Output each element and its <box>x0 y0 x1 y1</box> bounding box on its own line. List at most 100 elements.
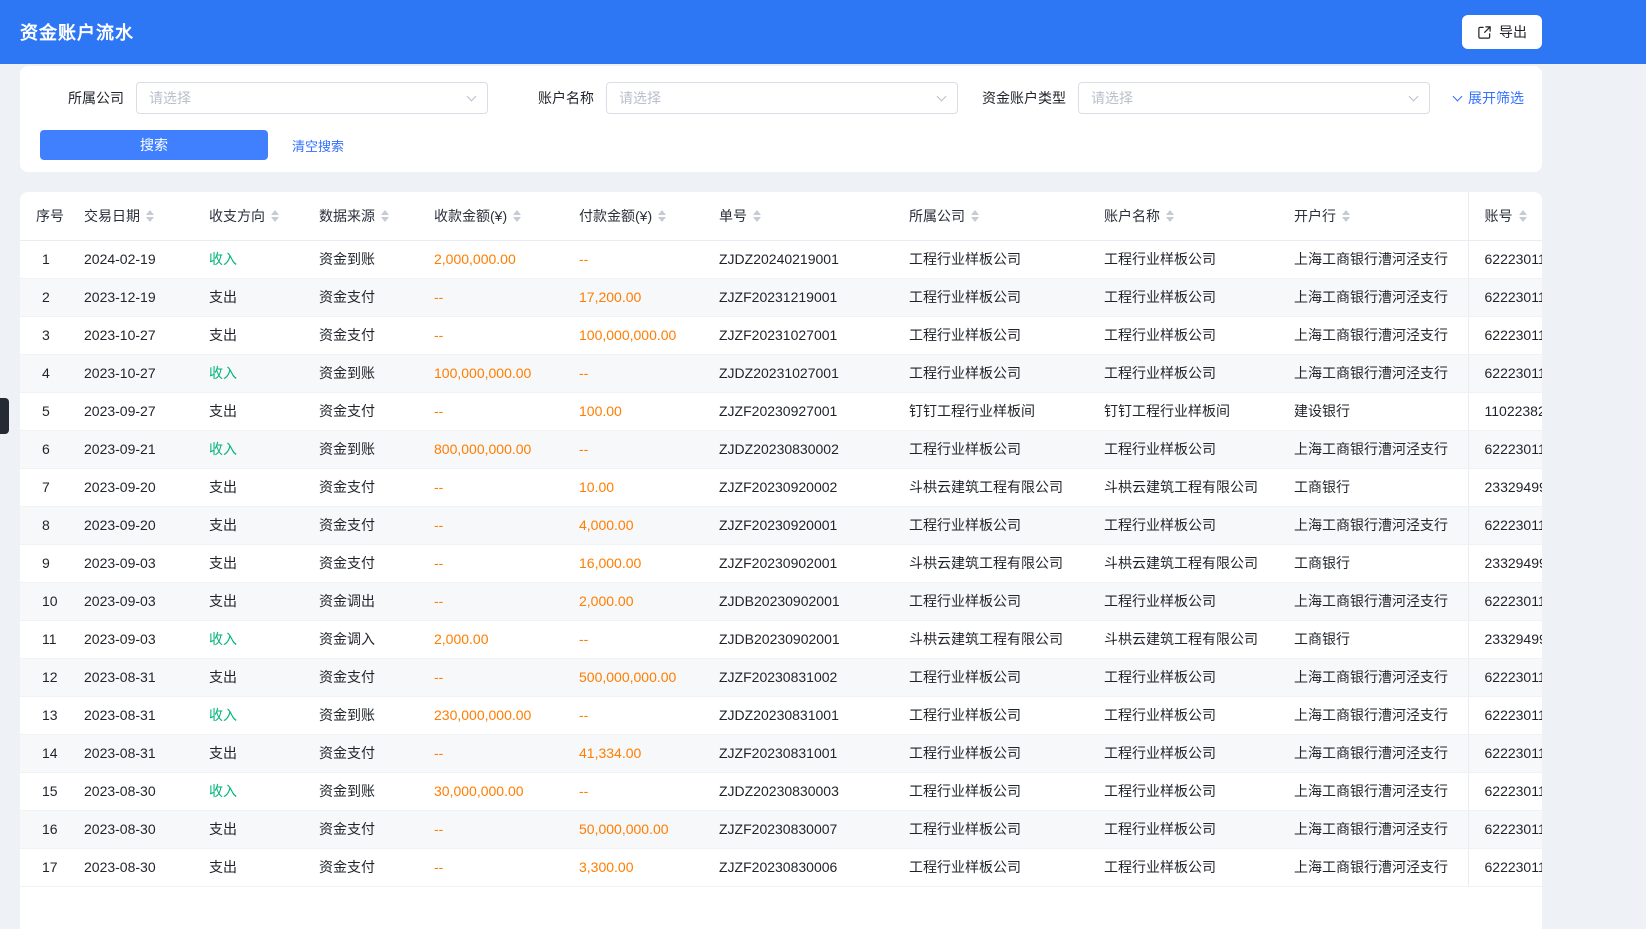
cell-order: ZJZF20231027001 <box>703 316 893 354</box>
column-label-receive: 收款金额(¥) <box>434 206 507 226</box>
sort-icon[interactable] <box>381 210 389 222</box>
column-header-bank[interactable]: 开户行 <box>1278 192 1468 240</box>
account-name-filter: 账户名称 请选择 <box>538 82 958 114</box>
cell-company: 工程行业样板公司 <box>893 810 1088 848</box>
cell-order: ZJZF20230920002 <box>703 468 893 506</box>
table-row[interactable]: 132023-08-31收入资金到账230,000,000.00--ZJDZ20… <box>20 696 1542 734</box>
cell-date: 2023-09-03 <box>68 582 193 620</box>
clear-search-link[interactable]: 清空搜索 <box>292 136 344 155</box>
cell-number: 622230111 <box>1468 734 1542 772</box>
export-button[interactable]: 导出 <box>1462 15 1542 49</box>
cell-pay: 17,200.00 <box>563 278 703 316</box>
cell-date: 2024-02-19 <box>68 240 193 278</box>
column-header-receive[interactable]: 收款金额(¥) <box>418 192 563 240</box>
company-select[interactable]: 请选择 <box>136 82 488 114</box>
cell-company: 钉钉工程行业样板间 <box>893 392 1088 430</box>
sort-icon[interactable] <box>971 210 979 222</box>
cell-order: ZJZF20230902001 <box>703 544 893 582</box>
table-row[interactable]: 32023-10-27支出资金支付--100,000,000.00ZJZF202… <box>20 316 1542 354</box>
cell-no: 6 <box>20 430 68 468</box>
cell-direction: 支出 <box>193 506 303 544</box>
filter-panel: 所属公司 请选择 账户名称 请选择 资金账户类型 请选择 <box>20 66 1542 172</box>
table-row[interactable]: 52023-09-27支出资金支付--100.00ZJZF20230927001… <box>20 392 1542 430</box>
table-row[interactable]: 172023-08-30支出资金支付--3,300.00ZJZF20230830… <box>20 848 1542 886</box>
table-row[interactable]: 142023-08-31支出资金支付--41,334.00ZJZF2023083… <box>20 734 1542 772</box>
cell-source: 资金支付 <box>303 278 418 316</box>
cell-number: 622230111 <box>1468 316 1542 354</box>
cell-order: ZJZF20230830006 <box>703 848 893 886</box>
cell-source: 资金支付 <box>303 658 418 696</box>
table-row[interactable]: 112023-09-03收入资金调入2,000.00--ZJDB20230902… <box>20 620 1542 658</box>
account-name-select[interactable]: 请选择 <box>606 82 958 114</box>
column-header-number[interactable]: 账号 <box>1468 192 1542 240</box>
sort-icon[interactable] <box>753 210 761 222</box>
cell-pay: 100.00 <box>563 392 703 430</box>
cell-pay: 3,300.00 <box>563 848 703 886</box>
cell-no: 14 <box>20 734 68 772</box>
table-row[interactable]: 82023-09-20支出资金支付--4,000.00ZJZF202309200… <box>20 506 1542 544</box>
table-row[interactable]: 12024-02-19收入资金到账2,000,000.00--ZJDZ20240… <box>20 240 1542 278</box>
cell-receive: -- <box>418 278 563 316</box>
cell-direction: 支出 <box>193 392 303 430</box>
expand-filter-link[interactable]: 展开筛选 <box>1454 88 1524 108</box>
table-row[interactable]: 92023-09-03支出资金支付--16,000.00ZJZF20230902… <box>20 544 1542 582</box>
sort-icon[interactable] <box>513 210 521 222</box>
cell-account: 工程行业样板公司 <box>1088 696 1278 734</box>
column-header-date[interactable]: 交易日期 <box>68 192 193 240</box>
drawer-handle[interactable] <box>0 398 9 434</box>
cell-account: 工程行业样板公司 <box>1088 734 1278 772</box>
column-header-account[interactable]: 账户名称 <box>1088 192 1278 240</box>
cell-direction: 收入 <box>193 354 303 392</box>
cell-bank: 上海工商银行漕河泾支行 <box>1278 354 1468 392</box>
cell-order: ZJDB20230902001 <box>703 582 893 620</box>
cell-bank: 上海工商银行漕河泾支行 <box>1278 316 1468 354</box>
cell-source: 资金支付 <box>303 506 418 544</box>
account-type-select[interactable]: 请选择 <box>1078 82 1430 114</box>
cell-bank: 上海工商银行漕河泾支行 <box>1278 278 1468 316</box>
column-header-direction[interactable]: 收支方向 <box>193 192 303 240</box>
table-row[interactable]: 152023-08-30收入资金到账30,000,000.00--ZJDZ202… <box>20 772 1542 810</box>
cell-no: 4 <box>20 354 68 392</box>
column-header-no[interactable]: 序号 <box>20 192 68 240</box>
cell-source: 资金调入 <box>303 620 418 658</box>
cell-no: 5 <box>20 392 68 430</box>
cell-no: 1 <box>20 240 68 278</box>
sort-icon[interactable] <box>1342 210 1350 222</box>
cell-bank: 上海工商银行漕河泾支行 <box>1278 810 1468 848</box>
transactions-table-card: 序号交易日期收支方向数据来源收款金额(¥) 付款金额(¥)单号所属公司账户名称开户… <box>20 192 1542 929</box>
cell-bank: 上海工商银行漕河泾支行 <box>1278 658 1468 696</box>
sort-icon[interactable] <box>658 210 666 222</box>
search-button[interactable]: 搜索 <box>40 130 268 160</box>
cell-bank: 工商银行 <box>1278 544 1468 582</box>
table-row[interactable]: 22023-12-19支出资金支付--17,200.00ZJZF20231219… <box>20 278 1542 316</box>
cell-company: 斗栱云建筑工程有限公司 <box>893 468 1088 506</box>
column-header-source[interactable]: 数据来源 <box>303 192 418 240</box>
cell-direction: 支出 <box>193 544 303 582</box>
table-row[interactable]: 162023-08-30支出资金支付--50,000,000.00ZJZF202… <box>20 810 1542 848</box>
cell-account: 工程行业样板公司 <box>1088 506 1278 544</box>
table-row[interactable]: 102023-09-03支出资金调出--2,000.00ZJDB20230902… <box>20 582 1542 620</box>
sort-icon[interactable] <box>271 210 279 222</box>
table-row[interactable]: 42023-10-27收入资金到账100,000,000.00--ZJDZ202… <box>20 354 1542 392</box>
cell-direction: 收入 <box>193 240 303 278</box>
table-row[interactable]: 62023-09-21收入资金到账800,000,000.00--ZJDZ202… <box>20 430 1542 468</box>
table-row[interactable]: 122023-08-31支出资金支付--500,000,000.00ZJZF20… <box>20 658 1542 696</box>
column-header-pay[interactable]: 付款金额(¥) <box>563 192 703 240</box>
column-header-order[interactable]: 单号 <box>703 192 893 240</box>
table-row[interactable]: 72023-09-20支出资金支付--10.00ZJZF20230920002斗… <box>20 468 1542 506</box>
cell-number: 233294994 <box>1468 620 1542 658</box>
cell-date: 2023-08-31 <box>68 696 193 734</box>
sort-icon[interactable] <box>146 210 154 222</box>
cell-source: 资金到账 <box>303 430 418 468</box>
cell-pay: 500,000,000.00 <box>563 658 703 696</box>
sort-icon[interactable] <box>1519 210 1527 222</box>
sort-icon[interactable] <box>1166 210 1174 222</box>
column-label-number: 账号 <box>1485 206 1513 226</box>
column-header-company[interactable]: 所属公司 <box>893 192 1088 240</box>
cell-source: 资金支付 <box>303 848 418 886</box>
cell-number: 110223823 <box>1468 392 1542 430</box>
cell-date: 2023-08-31 <box>68 658 193 696</box>
cell-order: ZJZF20230831001 <box>703 734 893 772</box>
cell-company: 工程行业样板公司 <box>893 658 1088 696</box>
cell-account: 斗栱云建筑工程有限公司 <box>1088 468 1278 506</box>
